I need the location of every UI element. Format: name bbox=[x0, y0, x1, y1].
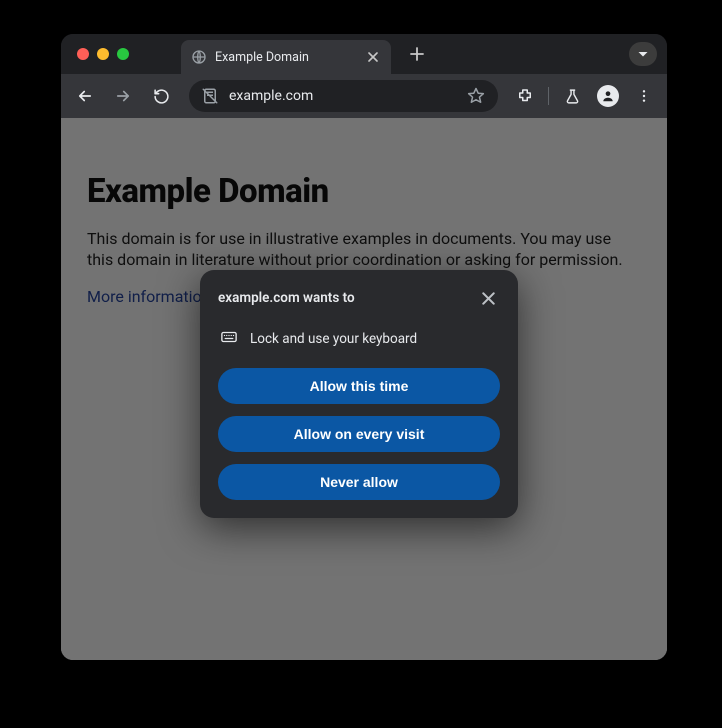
keyboard-icon bbox=[220, 328, 238, 350]
toolbar-separator bbox=[548, 87, 549, 105]
new-tab-button[interactable] bbox=[403, 40, 431, 68]
url-text: example.com bbox=[229, 88, 452, 104]
permission-close-button[interactable] bbox=[476, 286, 500, 310]
browser-window: Example Domain bbox=[61, 34, 667, 660]
tab-strip: Example Domain bbox=[61, 34, 667, 74]
back-button[interactable] bbox=[69, 80, 101, 112]
tab-search-button[interactable] bbox=[629, 42, 657, 66]
profile-button[interactable] bbox=[593, 81, 623, 111]
site-settings-icon[interactable] bbox=[201, 87, 219, 105]
forward-button[interactable] bbox=[107, 80, 139, 112]
avatar-icon bbox=[597, 85, 619, 107]
tab-title: Example Domain bbox=[215, 50, 357, 65]
labs-button[interactable] bbox=[557, 81, 587, 111]
bookmark-star-button[interactable] bbox=[462, 82, 490, 110]
globe-icon bbox=[191, 49, 207, 65]
never-allow-button[interactable]: Never allow bbox=[218, 464, 500, 500]
window-minimize-button[interactable] bbox=[97, 48, 109, 60]
reload-button[interactable] bbox=[145, 80, 177, 112]
window-close-button[interactable] bbox=[77, 48, 89, 60]
tab-close-button[interactable] bbox=[365, 49, 381, 65]
kebab-menu-button[interactable] bbox=[629, 81, 659, 111]
extensions-button[interactable] bbox=[510, 81, 540, 111]
permission-item-label: Lock and use your keyboard bbox=[250, 331, 417, 347]
toolbar: example.com bbox=[61, 74, 667, 118]
address-bar[interactable]: example.com bbox=[189, 80, 498, 112]
window-controls bbox=[77, 48, 129, 60]
permission-title: example.com wants to bbox=[218, 290, 355, 306]
tab-active[interactable]: Example Domain bbox=[181, 40, 391, 74]
window-maximize-button[interactable] bbox=[117, 48, 129, 60]
allow-every-visit-button[interactable]: Allow on every visit bbox=[218, 416, 500, 452]
permission-dialog: example.com wants to Lock and use your k… bbox=[200, 270, 518, 518]
allow-this-time-button[interactable]: Allow this time bbox=[218, 368, 500, 404]
permission-item: Lock and use your keyboard bbox=[218, 328, 500, 350]
